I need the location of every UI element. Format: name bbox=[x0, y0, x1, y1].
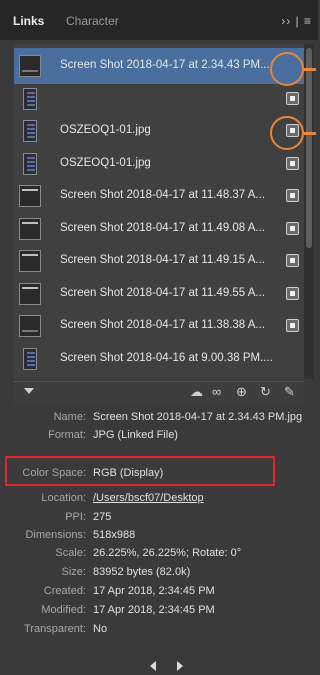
link-filename: Screen Shot 2018-04-17 at 2.34.43 PM.... bbox=[60, 59, 273, 71]
link-filename: Screen Shot 2018-04-17 at 11.38.38 A... bbox=[60, 319, 266, 331]
link-row[interactable]: Screen Shot 2018-04-17 at 2.34.43 PM.... bbox=[14, 48, 304, 84]
link-info-section: Name: Screen Shot 2018-04-17 at 2.34.43 … bbox=[0, 404, 318, 654]
link-filename: Screen Shot 2018-04-16 at 9.00.38 PM.... bbox=[60, 351, 273, 364]
embedded-link-status-icon[interactable] bbox=[286, 319, 299, 332]
info-value: Screen Shot 2018-04-17 at 2.34.43 PM.jpg bbox=[93, 411, 303, 423]
annotation-pointer bbox=[304, 68, 316, 71]
info-value: 17 Apr 2018, 2:34:45 PM bbox=[93, 585, 215, 597]
link-thumbnail bbox=[19, 315, 41, 337]
link-filename: Screen Shot 2018-04-17 at 11.49.15 A... bbox=[60, 254, 266, 266]
annotation-circle bbox=[270, 116, 304, 150]
info-row-format: Format: JPG (Linked File) bbox=[0, 426, 318, 444]
embedded-link-status-icon[interactable] bbox=[286, 189, 299, 202]
link-row[interactable]: Screen Shot 2018-04-17 at 11.49.08 A... bbox=[14, 211, 304, 247]
panel-menu-icon[interactable]: ›› | ≡ bbox=[281, 14, 312, 28]
info-navigation bbox=[0, 656, 318, 675]
tab-links[interactable]: Links bbox=[13, 14, 44, 28]
info-value: 518x988 bbox=[93, 529, 136, 541]
info-row-created: Created: 17 Apr 2018, 2:34:45 PM bbox=[0, 582, 318, 600]
embedded-link-status-icon[interactable] bbox=[286, 254, 299, 267]
info-row-dimensions: Dimensions: 518x988 bbox=[0, 526, 318, 544]
link-thumbnail bbox=[19, 282, 41, 305]
update-link-icon[interactable]: ↻ bbox=[260, 384, 271, 400]
link-filename: OSZEOQ1-01.jpg bbox=[60, 124, 151, 136]
link-row[interactable]: Screen Shot 2018-04-17 at 11.49.15 A... bbox=[14, 243, 304, 279]
link-row[interactable]: Screen Shot 2018-04-16 at 9.00.38 PM.... bbox=[14, 341, 304, 377]
show-info-toggle-icon[interactable] bbox=[24, 388, 34, 394]
info-row-modified: Modified: 17 Apr 2018, 2:34:45 PM bbox=[0, 601, 318, 619]
info-row-transparent: Transparent: No bbox=[0, 620, 318, 638]
info-value: 275 bbox=[93, 511, 112, 523]
location-path-link[interactable]: /Users/bscf07/Desktop bbox=[93, 492, 204, 504]
annotation-pointer bbox=[304, 132, 316, 135]
links-toolbar: ☁ ∞ ⊕ ↻ ✎ bbox=[14, 381, 304, 404]
info-value: 17 Apr 2018, 2:34:45 PM bbox=[93, 604, 215, 616]
info-label: Format: bbox=[48, 429, 86, 441]
link-row[interactable]: Screen Shot 2018-04-17 at 11.48.37 A... bbox=[14, 178, 304, 214]
link-thumbnail bbox=[23, 347, 37, 370]
links-list: Screen Shot 2018-04-17 at 2.34.43 PM....… bbox=[14, 44, 304, 379]
embedded-link-status-icon[interactable] bbox=[286, 91, 299, 105]
info-label: Size: bbox=[61, 566, 86, 578]
tab-character[interactable]: Character bbox=[66, 14, 119, 28]
link-thumbnail bbox=[19, 55, 41, 77]
link-thumbnail bbox=[19, 217, 41, 240]
link-filename: Screen Shot 2018-04-17 at 11.48.37 A... bbox=[60, 189, 266, 201]
info-row-name: Name: Screen Shot 2018-04-17 at 2.34.43 … bbox=[0, 408, 318, 426]
link-thumbnail bbox=[23, 87, 37, 110]
panel-tab-bar: Links Character ›› | ≡ bbox=[0, 0, 318, 40]
info-label: Modified: bbox=[41, 604, 86, 616]
info-label: Created: bbox=[43, 585, 86, 597]
cloud-link-icon[interactable]: ☁ bbox=[190, 384, 203, 400]
edit-original-icon[interactable]: ✎ bbox=[284, 384, 295, 400]
annotation-circle bbox=[270, 52, 304, 86]
link-row[interactable]: Screen Shot 2018-04-17 at 11.49.55 A... bbox=[14, 276, 304, 312]
link-row[interactable]: OSZEOQ1-01.jpg bbox=[14, 113, 304, 149]
info-value: JPG (Linked File) bbox=[93, 429, 178, 441]
info-row-size: Size: 83952 bytes (82.0k) bbox=[0, 563, 318, 581]
link-filename: Screen Shot 2018-04-17 at 11.49.55 A... bbox=[60, 286, 266, 299]
embedded-link-status-icon[interactable] bbox=[286, 156, 299, 170]
next-link-icon[interactable] bbox=[177, 661, 183, 671]
info-label: Scale: bbox=[55, 547, 86, 559]
scrollbar-thumb[interactable] bbox=[306, 48, 312, 248]
info-label: PPI: bbox=[65, 511, 86, 523]
annotation-highlight-box bbox=[5, 456, 275, 486]
link-thumbnail bbox=[23, 120, 37, 142]
chain-link-icon[interactable]: ∞ bbox=[212, 384, 221, 399]
link-thumbnail bbox=[19, 185, 41, 207]
links-panel: Links Character ›› | ≡ Screen Shot 2018-… bbox=[0, 0, 318, 675]
info-label: Location: bbox=[41, 492, 86, 504]
links-list-scrollbar[interactable] bbox=[304, 44, 314, 379]
info-value: 26.225%, 26.225%; Rotate: 0° bbox=[93, 547, 242, 559]
info-label: Name: bbox=[53, 411, 86, 423]
link-row[interactable]: Screen Shot 2018-04-17 at 11.38.38 A... bbox=[14, 308, 304, 344]
link-thumbnail bbox=[23, 152, 37, 175]
previous-link-icon[interactable] bbox=[150, 661, 156, 671]
go-to-link-icon[interactable]: ⊕ bbox=[236, 384, 247, 400]
link-filename: Screen Shot 2018-04-17 at 11.49.08 A... bbox=[60, 221, 266, 234]
info-value: 83952 bytes (82.0k) bbox=[93, 566, 191, 578]
link-filename: OSZEOQ1-01.jpg bbox=[60, 156, 151, 169]
embedded-link-status-icon[interactable] bbox=[286, 221, 299, 235]
info-label: Dimensions: bbox=[25, 529, 86, 541]
info-label: Transparent: bbox=[24, 623, 86, 635]
link-thumbnail bbox=[19, 250, 41, 272]
embedded-link-status-icon[interactable] bbox=[286, 286, 299, 300]
info-row-location: Location: /Users/bscf07/Desktop bbox=[0, 489, 318, 507]
info-row-scale: Scale: 26.225%, 26.225%; Rotate: 0° bbox=[0, 544, 318, 562]
info-row-ppi: PPI: 275 bbox=[0, 508, 318, 526]
link-row[interactable] bbox=[14, 81, 304, 117]
link-row[interactable]: OSZEOQ1-01.jpg bbox=[14, 146, 304, 182]
info-value: No bbox=[93, 623, 108, 635]
